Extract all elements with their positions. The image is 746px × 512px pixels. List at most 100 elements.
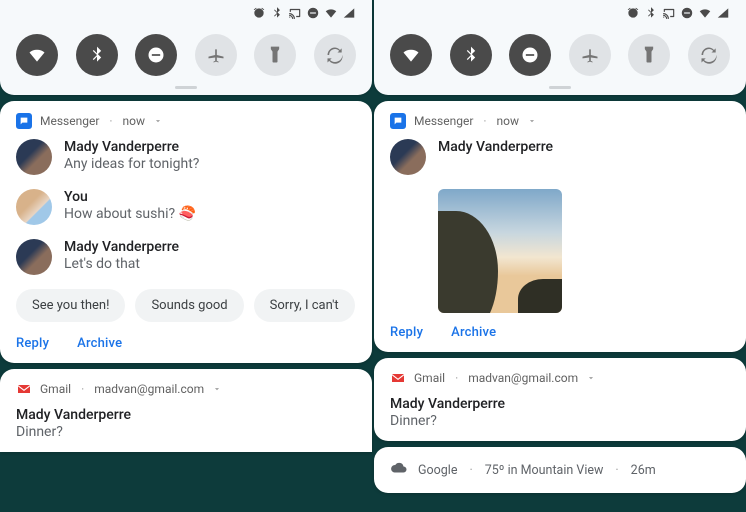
quick-settings-panel [0, 0, 372, 95]
avatar [16, 239, 52, 275]
separator-dot [107, 114, 114, 128]
quick-settings-toggles [386, 24, 734, 84]
message-text: How about sushi? 🍣 [64, 206, 196, 222]
message-row: Mady Vanderperre [390, 139, 730, 175]
messenger-app-icon [390, 113, 406, 129]
status-bar [12, 6, 360, 24]
message-row: Mady Vanderperre Let's do that [16, 239, 356, 275]
qs-dnd-toggle[interactable] [135, 34, 177, 76]
smart-reply-chips: See you then! Sounds good Sorry, I can't [16, 289, 356, 322]
chevron-down-icon [586, 373, 596, 383]
message-sender: You [64, 189, 196, 205]
status-bar [386, 6, 734, 24]
reply-button[interactable]: Reply [390, 325, 423, 340]
message-text: Any ideas for tonight? [64, 156, 199, 172]
app-name-label: Gmail [414, 371, 445, 385]
quick-settings-drag-handle[interactable] [549, 86, 571, 89]
notification-actions: Reply Archive [16, 336, 356, 351]
separator-dot [79, 382, 86, 396]
gmail-account: madvan@gmail.com [468, 371, 578, 385]
reply-button[interactable]: Reply [16, 336, 49, 351]
gmail-sender: Mady Vanderperre [390, 396, 730, 412]
quick-settings-drag-handle[interactable] [175, 86, 197, 89]
gmail-account: madvan@gmail.com [94, 382, 204, 396]
notification-header[interactable]: Gmail madvan@gmail.com [390, 370, 730, 386]
avatar [16, 139, 52, 175]
cloud-icon [390, 459, 408, 481]
qs-dnd-toggle[interactable] [509, 34, 551, 76]
alarm-icon [252, 6, 266, 24]
notification-actions: Reply Archive [390, 325, 730, 340]
separator-dot [613, 463, 620, 478]
notification-time: now [123, 114, 146, 128]
message-row: Mady Vanderperre Any ideas for tonight? [16, 139, 356, 175]
bluetooth-icon [270, 6, 284, 24]
phone-left: Messenger now Mady Vanderperre Any ideas… [0, 0, 372, 512]
archive-button[interactable]: Archive [451, 325, 496, 340]
qs-wifi-toggle[interactable] [390, 34, 432, 76]
quick-settings-toggles [12, 24, 360, 84]
chevron-down-icon [212, 384, 222, 394]
messenger-app-icon [16, 113, 32, 129]
weather-row: Google 75º in Mountain View 26m [390, 459, 730, 481]
gmail-subject: Dinner? [16, 424, 356, 440]
smart-reply-chip[interactable]: Sounds good [135, 289, 243, 322]
notification-time: now [497, 114, 520, 128]
qs-airplane-toggle[interactable] [195, 34, 237, 76]
alarm-icon [626, 6, 640, 24]
app-name-label: Messenger [414, 114, 473, 128]
chevron-down-icon [153, 116, 163, 126]
qs-rotate-toggle[interactable] [314, 34, 356, 76]
qs-bluetooth-toggle[interactable] [450, 34, 492, 76]
gmail-notification[interactable]: Gmail madvan@gmail.com Mady Vanderperre … [374, 358, 746, 441]
qs-bluetooth-toggle[interactable] [76, 34, 118, 76]
dnd-icon [306, 6, 320, 24]
message-text: Let's do that [64, 256, 179, 272]
cast-icon [288, 6, 302, 24]
image-attachment-thumbnail[interactable] [438, 189, 562, 313]
signal-icon [342, 6, 356, 24]
gmail-subject: Dinner? [390, 413, 730, 429]
chevron-down-icon [527, 116, 537, 126]
separator-dot [467, 463, 474, 478]
notification-header[interactable]: Gmail madvan@gmail.com [16, 381, 356, 397]
gmail-app-icon [390, 370, 406, 386]
qs-flashlight-toggle[interactable] [628, 34, 670, 76]
message-sender: Mady Vanderperre [64, 139, 199, 155]
bluetooth-icon [644, 6, 658, 24]
wifi-icon [324, 6, 338, 24]
quick-settings-panel [374, 0, 746, 95]
app-name-label: Gmail [40, 382, 71, 396]
notification-header[interactable]: Messenger now [390, 113, 730, 129]
wifi-icon [698, 6, 712, 24]
avatar [390, 139, 426, 175]
app-name-label: Messenger [40, 114, 99, 128]
cast-icon [662, 6, 676, 24]
notification-header[interactable]: Messenger now [16, 113, 356, 129]
separator-dot [453, 371, 460, 385]
phone-right: Messenger now Mady Vanderperre Reply Arc… [374, 0, 746, 512]
gmail-sender: Mady Vanderperre [16, 407, 356, 423]
qs-flashlight-toggle[interactable] [254, 34, 296, 76]
weather-notification[interactable]: Google 75º in Mountain View 26m [374, 447, 746, 493]
gmail-notification[interactable]: Gmail madvan@gmail.com Mady Vanderperre … [0, 369, 372, 452]
messenger-notification[interactable]: Messenger now Mady Vanderperre Any ideas… [0, 101, 372, 363]
separator-dot [481, 114, 488, 128]
dnd-icon [680, 6, 694, 24]
gmail-app-icon [16, 381, 32, 397]
message-row: You How about sushi? 🍣 [16, 189, 356, 225]
avatar [16, 189, 52, 225]
weather-age: 26m [631, 463, 656, 478]
weather-source: Google [418, 463, 457, 478]
message-sender: Mady Vanderperre [438, 139, 553, 155]
messenger-notification[interactable]: Messenger now Mady Vanderperre Reply Arc… [374, 101, 746, 352]
archive-button[interactable]: Archive [77, 336, 122, 351]
qs-rotate-toggle[interactable] [688, 34, 730, 76]
message-sender: Mady Vanderperre [64, 239, 179, 255]
qs-wifi-toggle[interactable] [16, 34, 58, 76]
weather-summary: 75º in Mountain View [485, 463, 604, 478]
signal-icon [716, 6, 730, 24]
smart-reply-chip[interactable]: Sorry, I can't [254, 289, 355, 322]
smart-reply-chip[interactable]: See you then! [16, 289, 125, 322]
qs-airplane-toggle[interactable] [569, 34, 611, 76]
